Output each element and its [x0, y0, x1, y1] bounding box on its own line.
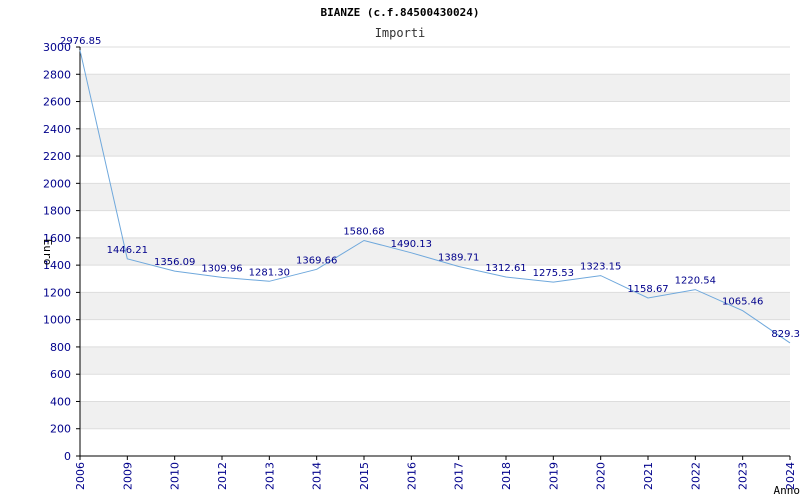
data-label: 1065.46: [722, 297, 763, 308]
data-label: 1490.13: [391, 239, 432, 250]
x-tick-label: 2009: [121, 462, 134, 490]
grid-band: [80, 74, 790, 102]
data-label: 1369.66: [296, 255, 337, 266]
y-tick-label: 1000: [43, 314, 71, 327]
x-tick-label: 2010: [169, 462, 182, 490]
y-tick-label: 800: [50, 341, 71, 354]
x-tick-label: 2017: [453, 462, 466, 490]
x-tick-label: 2019: [547, 462, 560, 490]
y-axis-label: Euro: [41, 239, 54, 266]
x-tick-label: 2020: [595, 462, 608, 490]
x-tick-label: 2023: [737, 462, 750, 490]
grid-band: [80, 292, 790, 320]
y-tick-label: 2000: [43, 177, 71, 190]
x-axis-label: Anno: [774, 484, 800, 497]
y-tick-label: 200: [50, 423, 71, 436]
data-label: 1323.15: [580, 262, 621, 273]
x-tick-label: 2013: [263, 462, 276, 490]
line-chart: 0200400600800100012001400160018002000220…: [41, 6, 800, 497]
chart-title: BIANZE (c.f.84500430024): [321, 6, 480, 19]
x-axis-ticks: 2006 2009 2010 2012 2013 2014 2015 2016 2017 2018…: [74, 456, 797, 490]
x-tick-label: 2021: [642, 462, 655, 490]
grid-bands: [80, 46, 790, 457]
data-label: 1275.53: [533, 268, 574, 279]
x-tick-label: 2016: [405, 462, 418, 490]
data-label: 1356.09: [154, 257, 195, 268]
data-label: 829.3: [771, 329, 800, 340]
y-tick-label: 0: [64, 450, 71, 463]
y-tick-label: 2400: [43, 123, 71, 136]
chart-subtitle: Importi: [375, 26, 426, 40]
x-tick-label: 2018: [500, 462, 513, 490]
y-tick-label: 1200: [43, 286, 71, 299]
x-tick-label: 2015: [358, 462, 371, 490]
data-label: 1312.61: [485, 263, 526, 274]
grid-band: [80, 401, 790, 429]
grid-band: [80, 346, 790, 375]
data-label: 1446.21: [107, 245, 148, 256]
grid-band: [80, 128, 790, 157]
x-tick-label: 2012: [216, 462, 229, 490]
y-tick-label: 600: [50, 368, 71, 381]
x-tick-label: 2014: [311, 462, 324, 490]
data-label: 1220.54: [675, 276, 716, 287]
data-label: 1158.67: [627, 284, 668, 295]
data-label: 1389.71: [438, 253, 479, 264]
data-label: 1281.30: [249, 267, 290, 278]
y-tick-label: 400: [50, 395, 71, 408]
data-label: 2976.85: [60, 36, 101, 47]
y-tick-label: 2800: [43, 68, 71, 81]
y-tick-label: 2600: [43, 96, 71, 109]
data-label: 1580.68: [343, 227, 384, 238]
grid-band: [80, 183, 790, 211]
y-tick-label: 1800: [43, 205, 71, 218]
y-tick-label: 2200: [43, 150, 71, 163]
data-label: 1309.96: [201, 263, 242, 274]
x-tick-label: 2006: [74, 462, 87, 490]
x-tick-label: 2022: [689, 462, 702, 490]
